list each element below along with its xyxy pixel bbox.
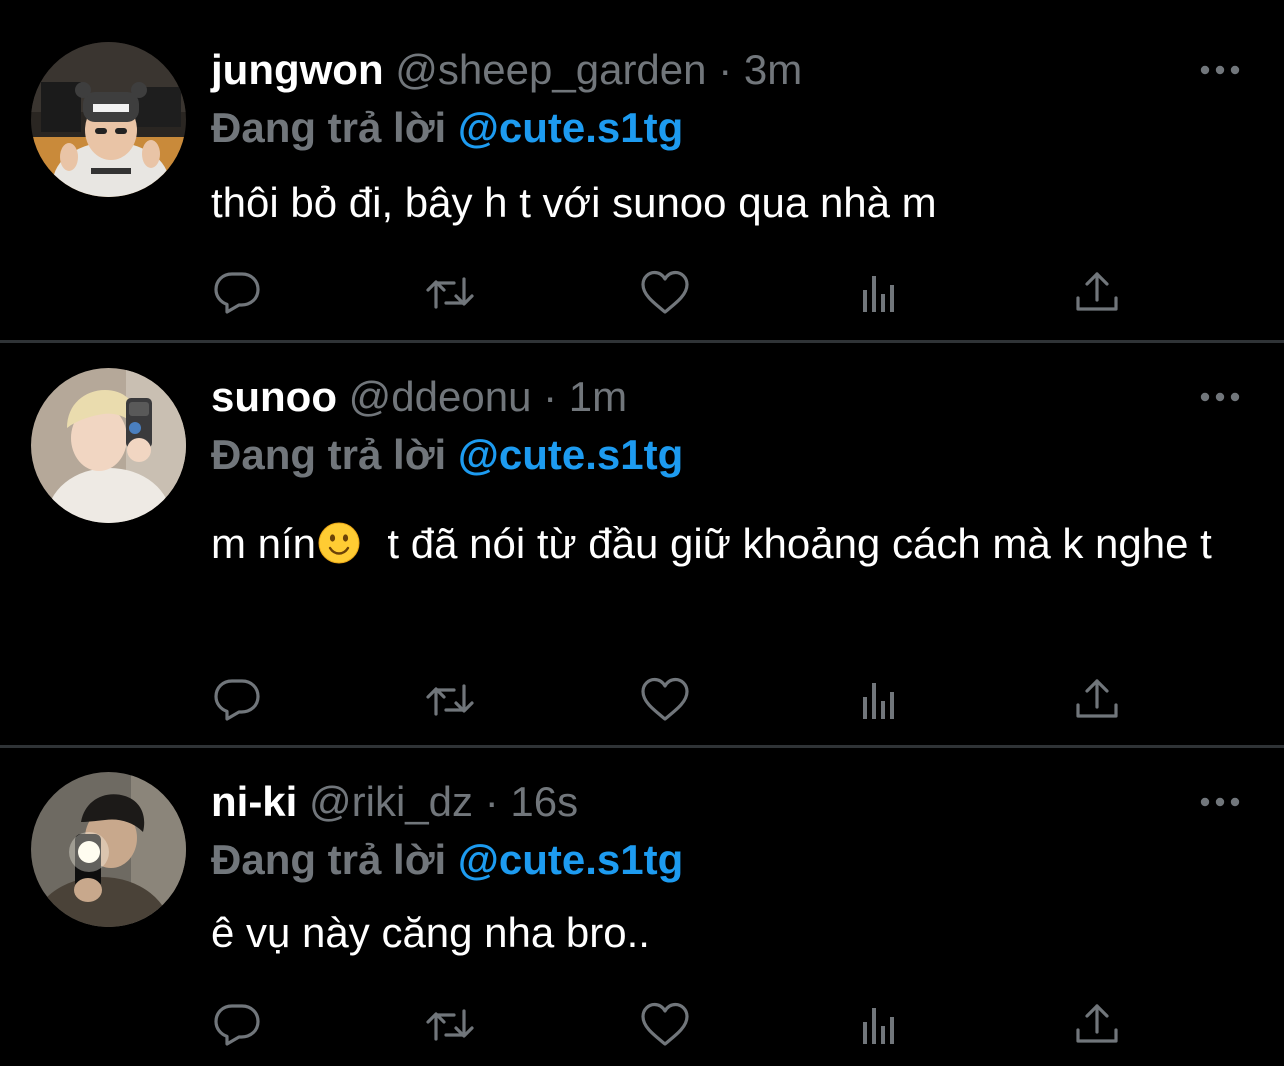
views-button[interactable] bbox=[856, 675, 906, 725]
replying-to-label: Đang trả lời bbox=[211, 836, 447, 883]
replying-to: Đang trả lời @cute.s1tg bbox=[211, 425, 683, 485]
user-handle[interactable]: @ddeonu bbox=[349, 373, 532, 420]
share-upload-icon bbox=[1076, 1004, 1118, 1043]
reply-mention-link[interactable]: @cute.s1tg bbox=[458, 104, 683, 151]
avatar-ni-ki[interactable] bbox=[31, 772, 186, 927]
reply-button[interactable] bbox=[212, 1000, 262, 1050]
timestamp[interactable]: 3m bbox=[744, 46, 802, 93]
tweet-sunoo[interactable]: sunoo @ddeonu · 1m Đang trả lời @cute.s1… bbox=[0, 343, 1284, 745]
tweet-text-content: m nín bbox=[211, 520, 317, 567]
avatar-image bbox=[31, 368, 186, 523]
tweet-jungwon[interactable]: jungwon @sheep_garden · 3m Đang trả lời … bbox=[0, 0, 1284, 340]
heart-icon bbox=[641, 1002, 689, 1046]
display-name[interactable]: ni-ki bbox=[211, 778, 297, 825]
action-bar bbox=[0, 1000, 1284, 1050]
replying-to-label: Đang trả lời bbox=[211, 104, 447, 151]
replying-to: Đang trả lời @cute.s1tg bbox=[211, 830, 683, 890]
separator-dot: · bbox=[484, 778, 499, 825]
avatar-sunoo[interactable] bbox=[31, 368, 186, 523]
tweet-text-content-continued: t đã nói từ đầu giữ khoảng cách mà k ngh… bbox=[364, 520, 1212, 567]
views-button[interactable] bbox=[856, 1000, 906, 1050]
comment-bubble-icon bbox=[214, 679, 260, 721]
share-upload-icon bbox=[1076, 679, 1118, 718]
comment-bubble-icon bbox=[214, 1004, 260, 1046]
retweet-icon bbox=[426, 684, 474, 716]
retweet-button[interactable] bbox=[425, 675, 475, 725]
more-dots-icon bbox=[1200, 65, 1240, 75]
tweet-text-content: thôi bỏ đi, bây h t với sunoo qua nhà m bbox=[211, 179, 937, 226]
tweet-ni-ki[interactable]: ni-ki @riki_dz · 16s Đang trả lời @cute.… bbox=[0, 748, 1284, 1066]
more-dots-icon bbox=[1200, 392, 1240, 402]
tweet-text-content: ê vụ này căng nha bro.. bbox=[211, 909, 650, 956]
avatar-image bbox=[31, 42, 186, 197]
action-bar bbox=[0, 268, 1284, 318]
heart-icon bbox=[641, 270, 689, 314]
like-button[interactable] bbox=[640, 675, 690, 725]
replying-to: Đang trả lời @cute.s1tg bbox=[211, 98, 683, 158]
analytics-bars-icon bbox=[863, 683, 894, 719]
more-button[interactable] bbox=[1196, 58, 1244, 82]
user-handle[interactable]: @riki_dz bbox=[309, 778, 473, 825]
tweet-header: sunoo @ddeonu · 1m bbox=[211, 367, 627, 427]
retweet-button[interactable] bbox=[425, 268, 475, 318]
display-name[interactable]: sunoo bbox=[211, 373, 337, 420]
timestamp[interactable]: 16s bbox=[510, 778, 578, 825]
tweet-text: ê vụ này căng nha bro.. bbox=[211, 900, 1251, 966]
like-button[interactable] bbox=[640, 268, 690, 318]
share-button[interactable] bbox=[1072, 1000, 1122, 1050]
like-button[interactable] bbox=[640, 1000, 690, 1050]
slightly-smiling-face-icon bbox=[318, 522, 360, 564]
avatar-jungwon[interactable] bbox=[31, 42, 186, 197]
heart-icon bbox=[641, 677, 689, 721]
share-button[interactable] bbox=[1072, 268, 1122, 318]
tweet-header: ni-ki @riki_dz · 16s bbox=[211, 772, 578, 832]
action-bar bbox=[0, 675, 1284, 725]
separator-dot: · bbox=[543, 373, 558, 420]
analytics-bars-icon bbox=[863, 1008, 894, 1044]
tweet-header: jungwon @sheep_garden · 3m bbox=[211, 40, 802, 100]
tweet-text: thôi bỏ đi, bây h t với sunoo qua nhà m bbox=[211, 170, 1251, 236]
replying-to-label: Đang trả lời bbox=[211, 431, 447, 478]
separator-dot: · bbox=[718, 46, 733, 93]
display-name[interactable]: jungwon bbox=[211, 46, 384, 93]
analytics-bars-icon bbox=[863, 276, 894, 312]
more-button[interactable] bbox=[1196, 790, 1244, 814]
more-button[interactable] bbox=[1196, 385, 1244, 409]
reply-mention-link[interactable]: @cute.s1tg bbox=[458, 431, 683, 478]
retweet-icon bbox=[426, 1009, 474, 1041]
user-handle[interactable]: @sheep_garden bbox=[395, 46, 706, 93]
retweet-button[interactable] bbox=[425, 1000, 475, 1050]
retweet-icon bbox=[426, 277, 474, 309]
tweet-text: m nín t đã nói từ đầu giữ khoảng cách mà… bbox=[211, 511, 1251, 577]
views-button[interactable] bbox=[856, 268, 906, 318]
timestamp[interactable]: 1m bbox=[569, 373, 627, 420]
avatar-image bbox=[31, 772, 186, 927]
comment-bubble-icon bbox=[214, 272, 260, 314]
reply-button[interactable] bbox=[212, 675, 262, 725]
more-dots-icon bbox=[1200, 797, 1240, 807]
share-upload-icon bbox=[1076, 272, 1118, 311]
reply-button[interactable] bbox=[212, 268, 262, 318]
share-button[interactable] bbox=[1072, 675, 1122, 725]
reply-mention-link[interactable]: @cute.s1tg bbox=[458, 836, 683, 883]
